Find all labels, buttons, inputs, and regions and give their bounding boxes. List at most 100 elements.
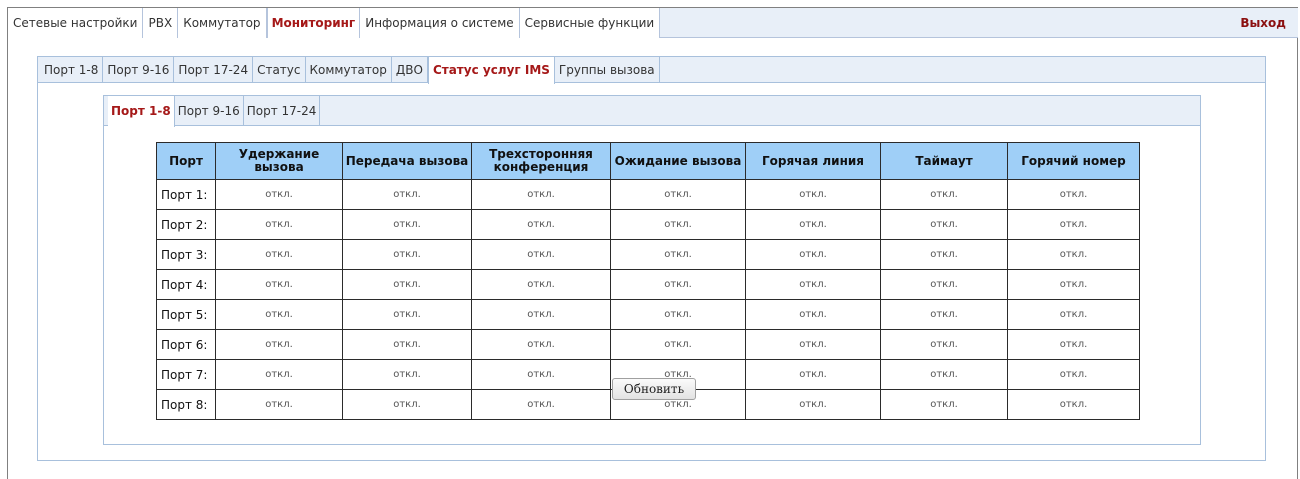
status-cell: откл.	[880, 389, 1008, 420]
status-cell: откл.	[342, 329, 472, 360]
status-cell: откл.	[1007, 179, 1140, 210]
status-cell: откл.	[880, 239, 1008, 270]
sub-nav-tab-6[interactable]: Статус услуг IMS	[427, 57, 555, 84]
sub-nav-tab-1[interactable]: Порт 9-16	[103, 57, 175, 83]
top-nav-tab-2[interactable]: Коммутатор	[178, 8, 267, 38]
column-header-0: Порт	[156, 142, 216, 180]
status-cell: откл.	[215, 299, 343, 330]
status-cell: откл.	[1007, 209, 1140, 240]
column-header-7: Горячий номер	[1007, 142, 1140, 180]
status-cell: откл.	[215, 239, 343, 270]
port-label-cell: Порт 1:	[156, 179, 216, 210]
port-nav-bar: Порт 1-8 Порт 9-16 Порт 17-24	[104, 96, 1200, 127]
status-cell: откл.	[880, 179, 1008, 210]
status-cell: откл.	[342, 209, 472, 240]
table-row: Порт 4: откл. откл. откл. откл. откл. откл. отк…	[156, 269, 1140, 300]
table-row: Порт 2: откл. откл. откл. откл. откл. откл. отк…	[156, 209, 1140, 240]
status-cell: откл.	[471, 209, 611, 240]
sub-nav-tab-4[interactable]: Коммутатор	[306, 57, 392, 83]
port-label-cell: Порт 2:	[156, 209, 216, 240]
sub-nav-tab-3[interactable]: Статус	[253, 57, 306, 83]
status-cell: откл.	[471, 359, 611, 390]
port-tab-0[interactable]: Порт 1-8	[108, 96, 175, 127]
column-header-6: Таймаут	[880, 142, 1008, 180]
status-cell: откл.	[745, 239, 881, 270]
status-cell: откл.	[1007, 359, 1140, 390]
status-cell: откл.	[342, 359, 472, 390]
table-header-row: Порт Удержание вызова Передача вызова Трехс…	[156, 142, 1140, 180]
top-nav-filler	[660, 8, 1298, 38]
status-cell: откл.	[880, 329, 1008, 360]
table-row: Порт 6: откл. откл. откл. откл. откл. откл. отк…	[156, 329, 1140, 360]
status-cell: откл.	[880, 269, 1008, 300]
table-row: Порт 1: откл. откл. откл. откл. откл. откл. отк…	[156, 179, 1140, 210]
status-cell: откл.	[215, 389, 343, 420]
status-cell: откл.	[745, 329, 881, 360]
top-nav-tab-5[interactable]: Сервисные функции	[520, 8, 661, 38]
status-cell: откл.	[880, 299, 1008, 330]
status-cell: откл.	[745, 209, 881, 240]
port-label-cell: Порт 8:	[156, 389, 216, 420]
status-cell: откл.	[1007, 329, 1140, 360]
status-cell: откл.	[745, 359, 881, 390]
sub-nav-tab-2[interactable]: Порт 17-24	[174, 57, 254, 83]
sub-nav-tab-7[interactable]: Группы вызова	[555, 57, 660, 83]
port-label-cell: Порт 5:	[156, 299, 216, 330]
top-nav-tabs: Сетевые настройки PBX Коммутатор Мониторинг…	[8, 8, 661, 38]
status-cell: откл.	[745, 179, 881, 210]
status-cell: откл.	[1007, 269, 1140, 300]
status-cell: откл.	[215, 359, 343, 390]
status-cell: откл.	[471, 239, 611, 270]
column-header-4: Ожидание вызова	[610, 142, 746, 180]
sub-nav-tab-5[interactable]: ДВО	[392, 57, 428, 83]
port-label-cell: Порт 4:	[156, 269, 216, 300]
status-cell: откл.	[471, 329, 611, 360]
sub-nav-bar: Порт 1-8 Порт 9-16 Порт 17-24 Статус Коммута…	[38, 57, 1265, 84]
monitoring-panel: Порт 1-8 Порт 9-16 Порт 17-24 Статус Коммута…	[37, 56, 1266, 461]
port-tab-2[interactable]: Порт 17-24	[244, 96, 321, 126]
port-tab-1[interactable]: Порт 9-16	[175, 96, 244, 126]
status-cell: откл.	[471, 269, 611, 300]
status-cell: откл.	[342, 239, 472, 270]
status-cell: откл.	[1007, 389, 1140, 420]
top-nav-tab-0[interactable]: Сетевые настройки	[8, 8, 144, 38]
status-cell: откл.	[1007, 299, 1140, 330]
status-cell: откл.	[745, 389, 881, 420]
status-cell: откл.	[745, 269, 881, 300]
port-label-cell: Порт 6:	[156, 329, 216, 360]
table-row: Порт 3: откл. откл. откл. откл. откл. откл. отк…	[156, 239, 1140, 270]
port-label-cell: Порт 3:	[156, 239, 216, 270]
status-cell: откл.	[215, 209, 343, 240]
status-cell: откл.	[880, 209, 1008, 240]
status-cell: откл.	[471, 389, 611, 420]
top-nav-tab-1[interactable]: PBX	[143, 8, 179, 38]
ims-status-panel: Порт 1-8 Порт 9-16 Порт 17-24 Порт Удержани…	[103, 95, 1201, 445]
status-cell: откл.	[215, 179, 343, 210]
refresh-button[interactable]: Обновить	[612, 378, 696, 400]
status-cell: откл.	[342, 299, 472, 330]
status-cell: откл.	[342, 389, 472, 420]
top-nav-tab-3[interactable]: Мониторинг	[266, 8, 361, 38]
logout-link[interactable]: Выход	[1240, 8, 1286, 38]
port-label-cell: Порт 7:	[156, 359, 216, 390]
sub-nav-tab-0[interactable]: Порт 1-8	[40, 57, 104, 83]
status-cell: откл.	[610, 179, 746, 210]
table-row: Порт 5: откл. откл. откл. откл. откл. откл. отк…	[156, 299, 1140, 330]
column-header-1: Удержание вызова	[215, 142, 343, 180]
column-header-5: Горячая линия	[745, 142, 881, 180]
status-cell: откл.	[471, 299, 611, 330]
status-cell: откл.	[610, 299, 746, 330]
sub-nav-tabs: Порт 1-8 Порт 9-16 Порт 17-24 Статус Коммута…	[40, 57, 660, 84]
status-cell: откл.	[745, 299, 881, 330]
status-cell: откл.	[880, 359, 1008, 390]
status-cell: откл.	[610, 209, 746, 240]
status-cell: откл.	[610, 269, 746, 300]
status-cell: откл.	[610, 329, 746, 360]
column-header-2: Передача вызова	[342, 142, 472, 180]
top-nav-tab-4[interactable]: Информация о системе	[360, 8, 520, 38]
status-cell: откл.	[215, 329, 343, 360]
status-cell: откл.	[1007, 239, 1140, 270]
status-cell: откл.	[215, 269, 343, 300]
port-nav-tabs: Порт 1-8 Порт 9-16 Порт 17-24	[108, 96, 321, 127]
status-cell: откл.	[342, 269, 472, 300]
